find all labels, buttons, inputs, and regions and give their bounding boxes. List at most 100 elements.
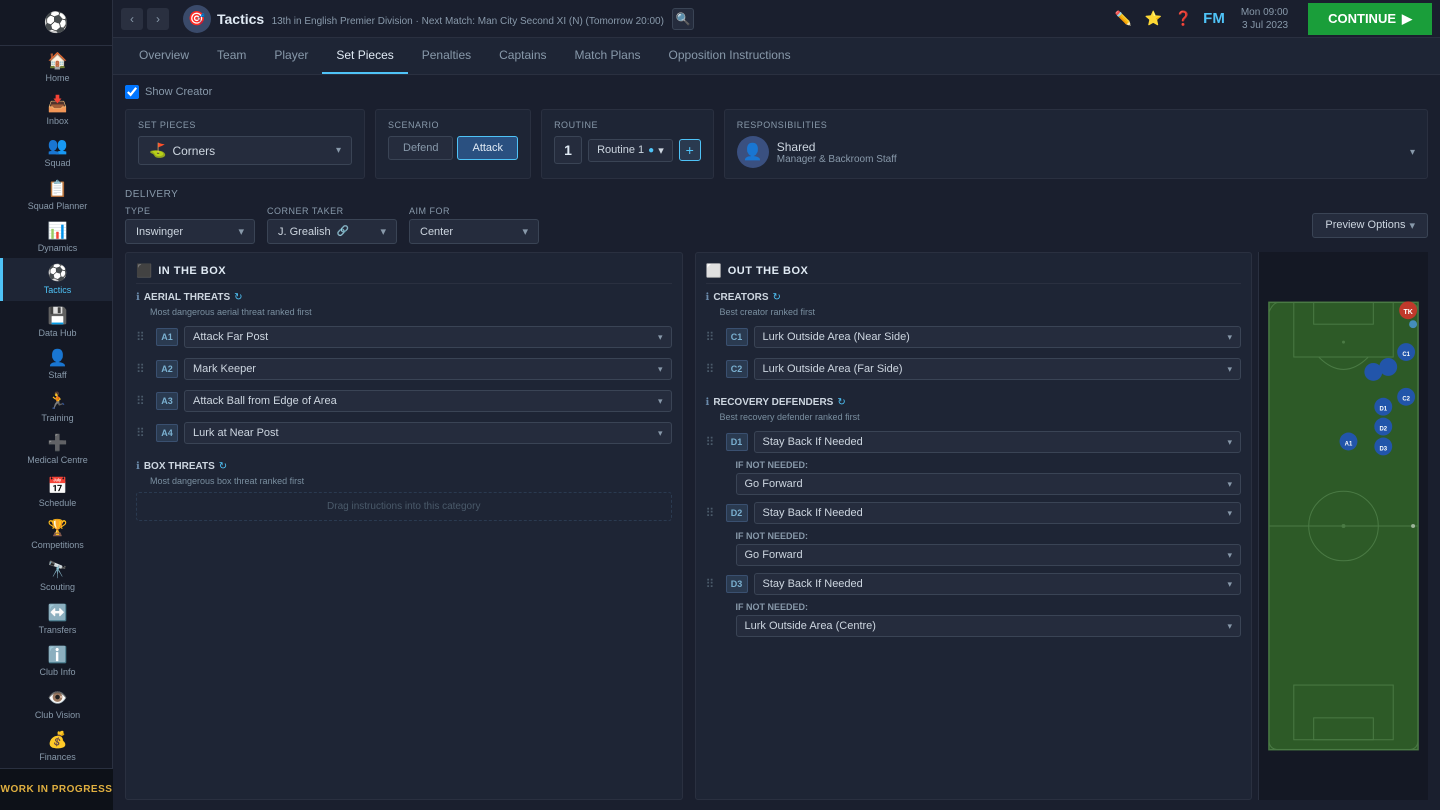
sidebar-item-squad[interactable]: 👥 Squad <box>0 131 112 173</box>
drag-handle[interactable]: ⠿ <box>706 577 720 591</box>
sidebar-item-tactics[interactable]: ⚽ Tactics <box>0 258 112 300</box>
row-selector[interactable]: Mark Keeper ▾ <box>184 358 672 380</box>
chevron-down-icon: ▾ <box>1227 479 1232 490</box>
sidebar-item-scouting[interactable]: 🔭 Scouting <box>0 555 112 597</box>
tab-player[interactable]: Player <box>260 38 322 74</box>
sidebar-item-competitions[interactable]: 🏆 Competitions <box>0 513 112 555</box>
drag-handle[interactable]: ⠿ <box>136 330 150 344</box>
drag-handle[interactable]: ⠿ <box>706 435 720 449</box>
routine-selected-value: Routine 1 <box>597 144 644 156</box>
tab-penalties[interactable]: Penalties <box>408 38 485 74</box>
resp-role: Manager & Backroom Staff <box>777 154 897 165</box>
table-row: ⠿ A3 Attack Ball from Edge of Area ▾ <box>136 387 672 415</box>
row-selector[interactable]: Stay Back If Needed ▾ <box>754 573 1242 595</box>
star-icon[interactable]: ⭐ <box>1141 7 1165 31</box>
continue-button[interactable]: CONTINUE ▶ <box>1308 3 1432 35</box>
refresh-icon[interactable]: ↻ <box>219 461 227 472</box>
preview-options-button[interactable]: Preview Options ▾ <box>1312 213 1428 238</box>
tab-set-pieces[interactable]: Set Pieces <box>322 38 407 74</box>
training-icon: 🏃 <box>48 391 68 411</box>
row-badge: A4 <box>156 424 178 442</box>
back-button[interactable]: ‹ <box>121 8 143 30</box>
scenario-defend-button[interactable]: Defend <box>388 136 453 160</box>
row-selector[interactable]: Attack Far Post ▾ <box>184 326 672 348</box>
sidebar-item-data-hub[interactable]: 💾 Data Hub <box>0 301 112 343</box>
tab-opposition[interactable]: Opposition Instructions <box>655 38 805 74</box>
show-creator-checkbox[interactable] <box>125 85 139 99</box>
routine-selector[interactable]: Routine 1 ● ▾ <box>588 139 673 162</box>
fm-logo: FM <box>1203 10 1225 27</box>
sidebar-item-club-vision[interactable]: 👁️ Club Vision <box>0 683 112 725</box>
table-row: ⠿ D1 Stay Back If Needed ▾ <box>706 428 1242 456</box>
drag-handle[interactable]: ⠿ <box>706 362 720 376</box>
if-not-needed-selector[interactable]: Go Forward ▾ <box>736 473 1242 495</box>
sidebar-item-label: Club Vision <box>35 710 80 720</box>
row-selector[interactable]: Lurk at Near Post ▾ <box>184 422 672 444</box>
sidebar-item-staff[interactable]: 👤 Staff <box>0 343 112 385</box>
sidebar-item-label: Staff <box>48 370 66 380</box>
drag-handle[interactable]: ⠿ <box>136 362 150 376</box>
refresh-icon[interactable]: ↻ <box>837 397 845 408</box>
aerial-threats-subtitle: Most dangerous aerial threat ranked firs… <box>150 307 672 317</box>
sidebar-item-label: Training <box>41 413 73 423</box>
creators-header: ℹ CREATORS ↻ <box>706 292 1242 303</box>
row-selector[interactable]: Stay Back If Needed ▾ <box>754 502 1242 524</box>
tab-team[interactable]: Team <box>203 38 260 74</box>
sidebar-item-transfers[interactable]: ↔️ Transfers <box>0 598 112 640</box>
row-selector[interactable]: Stay Back If Needed ▾ <box>754 431 1242 453</box>
sidebar-item-home[interactable]: 🏠 Home <box>0 46 112 88</box>
row-selector[interactable]: Attack Ball from Edge of Area ▾ <box>184 390 672 412</box>
refresh-icon[interactable]: ↻ <box>234 292 242 303</box>
set-pieces-selector[interactable]: ⛳ Corners ▾ <box>138 136 352 165</box>
out-box-icon: ⬜ <box>706 263 722 279</box>
sidebar-item-club-info[interactable]: ℹ️ Club Info <box>0 640 112 682</box>
set-pieces-value: Corners <box>172 144 215 158</box>
tab-overview[interactable]: Overview <box>125 38 203 74</box>
row-selector[interactable]: Lurk Outside Area (Near Side) ▾ <box>754 326 1242 348</box>
routine-add-button[interactable]: + <box>679 139 701 161</box>
sidebar-item-training[interactable]: 🏃 Training <box>0 386 112 428</box>
corner-taker-field: CORNER TAKER J. Grealish 🔗 ▾ <box>267 206 397 244</box>
corner-taker-selector[interactable]: J. Grealish 🔗 ▾ <box>267 219 397 244</box>
tab-captains[interactable]: Captains <box>485 38 560 74</box>
row-selector[interactable]: Lurk Outside Area (Far Side) ▾ <box>754 358 1242 380</box>
if-not-needed-d3: IF NOT NEEDED: Lurk Outside Area (Centre… <box>736 602 1242 637</box>
aim-for-selector[interactable]: Center ▾ <box>409 219 539 244</box>
creators-section: ℹ CREATORS ↻ Best creator ranked first ⠿… <box>706 292 1242 387</box>
transfers-icon: ↔️ <box>48 603 68 623</box>
type-field: TYPE Inswinger ▾ <box>125 206 255 244</box>
help-icon[interactable]: ❓ <box>1171 7 1195 31</box>
set-pieces-panel: SET PIECES ⛳ Corners ▾ <box>125 109 365 179</box>
scenario-attack-button[interactable]: Attack <box>457 136 518 160</box>
sidebar-item-medical[interactable]: ➕ Medical Centre <box>0 428 112 470</box>
sidebar-item-finances[interactable]: 💰 Finances <box>0 725 112 767</box>
sidebar-item-schedule[interactable]: 📅 Schedule <box>0 470 112 512</box>
sidebar-item-squad-planner[interactable]: 📋 Squad Planner <box>0 173 112 215</box>
continue-arrow-icon: ▶ <box>1402 11 1412 27</box>
sidebar-item-dynamics[interactable]: 📊 Dynamics <box>0 216 112 258</box>
drag-handle[interactable]: ⠿ <box>136 394 150 408</box>
set-pieces-label: SET PIECES <box>138 120 352 130</box>
chevron-down-icon: ▾ <box>658 428 663 439</box>
edit-icon[interactable]: ✏️ <box>1111 7 1135 31</box>
sidebar-item-label: Data Hub <box>38 328 76 338</box>
chevron-down-icon: ▾ <box>1409 219 1415 232</box>
responsibilities-content: 👤 Shared Manager & Backroom Staff ▾ <box>737 136 1415 168</box>
drag-handle[interactable]: ⠿ <box>706 506 720 520</box>
sidebar-item-inbox[interactable]: 📥 Inbox <box>0 88 112 130</box>
if-not-needed-selector[interactable]: Go Forward ▾ <box>736 544 1242 566</box>
creators-title: CREATORS <box>713 292 768 303</box>
search-button[interactable]: 🔍 <box>672 8 694 30</box>
drag-handle[interactable]: ⠿ <box>136 426 150 440</box>
chevron-down-icon: ▾ <box>658 144 664 157</box>
corners-icon: ⛳ <box>149 142 166 159</box>
recovery-defenders-subtitle: Best recovery defender ranked first <box>720 412 1242 422</box>
sidebar-logo: ⚽ <box>0 0 112 46</box>
drag-handle[interactable]: ⠿ <box>706 330 720 344</box>
type-selector[interactable]: Inswinger ▾ <box>125 219 255 244</box>
schedule-icon: 📅 <box>48 476 68 496</box>
tab-match-plans[interactable]: Match Plans <box>561 38 655 74</box>
if-not-needed-selector[interactable]: Lurk Outside Area (Centre) ▾ <box>736 615 1242 637</box>
refresh-icon[interactable]: ↻ <box>773 292 781 303</box>
forward-button[interactable]: › <box>147 8 169 30</box>
